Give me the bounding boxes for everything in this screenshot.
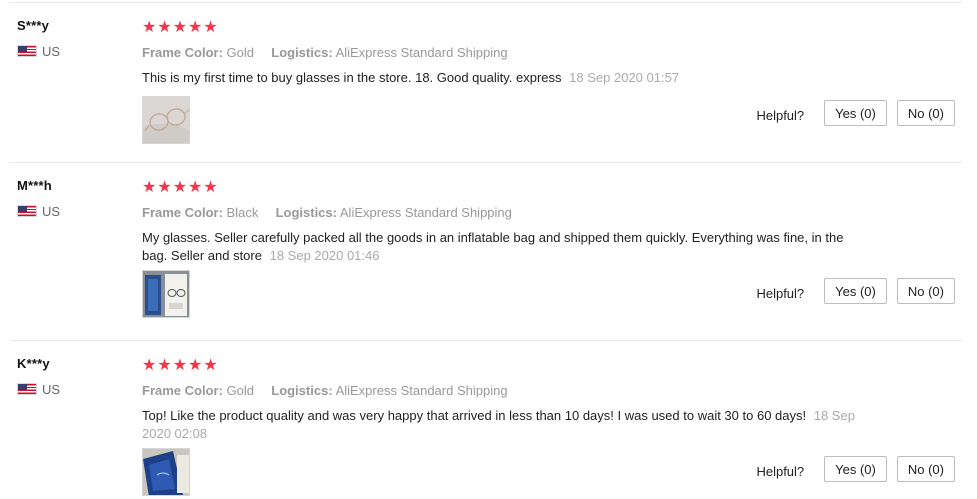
review-content: Top! Like the product quality and was ve…: [142, 407, 862, 443]
logistics-value: AliExpress Standard Shipping: [335, 383, 508, 398]
country-code: US: [42, 381, 61, 397]
reviewer-name: S***y: [17, 18, 50, 33]
review-photo-thumbnail[interactable]: [142, 96, 190, 144]
review-item: M***h US ★★★★★ Frame Color: Black Logist…: [0, 163, 977, 341]
review-item: S***y US ★★★★★ Frame Color: Gold Logisti…: [0, 3, 977, 163]
us-flag-icon: [17, 205, 37, 217]
logistics-value: AliExpress Standard Shipping: [335, 45, 508, 60]
review-text: Top! Like the product quality and was ve…: [142, 408, 807, 423]
reviewer-country: US: [17, 43, 61, 59]
star-rating: ★★★★★: [142, 19, 219, 36]
frame-color-value: Gold: [226, 45, 254, 60]
frame-color-label: Frame Color:: [142, 45, 223, 60]
reviewer-country: US: [17, 203, 61, 219]
logistics-value: AliExpress Standard Shipping: [339, 205, 512, 220]
helpful-feedback: Helpful? Yes (0) No (0): [756, 278, 955, 304]
logistics-label: Logistics:: [271, 383, 333, 398]
review-photo-thumbnail[interactable]: [142, 270, 190, 318]
package-photo-icon: [143, 271, 189, 317]
logistics-label: Logistics:: [275, 205, 337, 220]
helpful-no-button[interactable]: No (0): [896, 456, 955, 482]
helpful-yes-button[interactable]: Yes (0): [824, 100, 887, 126]
country-code: US: [42, 43, 61, 59]
star-rating: ★★★★★: [142, 179, 219, 196]
country-code: US: [42, 203, 61, 219]
review-attributes: Frame Color: Black Logistics: AliExpress…: [142, 205, 512, 220]
package-photo-icon: [143, 449, 189, 495]
reviewer-name: M***h: [17, 178, 52, 193]
review-text: My glasses. Seller carefully packed all …: [142, 230, 844, 263]
reviewer-country: US: [17, 381, 61, 397]
helpful-no-button[interactable]: No (0): [896, 100, 955, 126]
reviews-list: S***y US ★★★★★ Frame Color: Gold Logisti…: [0, 0, 977, 499]
review-photo-thumbnail[interactable]: [142, 448, 190, 496]
review-attributes: Frame Color: Gold Logistics: AliExpress …: [142, 383, 508, 398]
review-date: 18 Sep 2020 01:57: [569, 70, 680, 85]
review-content: This is my first time to buy glasses in …: [142, 69, 862, 87]
helpful-label: Helpful?: [756, 107, 805, 123]
frame-color-label: Frame Color:: [142, 383, 223, 398]
review-item: K***y US ★★★★★ Frame Color: Gold Logisti…: [0, 341, 977, 499]
us-flag-icon: [17, 383, 37, 395]
review-content: My glasses. Seller carefully packed all …: [142, 229, 862, 265]
us-flag-icon: [17, 45, 37, 57]
helpful-label: Helpful?: [756, 285, 805, 301]
frame-color-value: Black: [226, 205, 259, 220]
helpful-yes-button[interactable]: Yes (0): [824, 278, 887, 304]
helpful-yes-button[interactable]: Yes (0): [824, 456, 887, 482]
helpful-no-button[interactable]: No (0): [896, 278, 955, 304]
helpful-label: Helpful?: [756, 463, 805, 479]
review-date: 18 Sep 2020 01:46: [269, 248, 380, 263]
frame-color-value: Gold: [226, 383, 254, 398]
review-text: This is my first time to buy glasses in …: [142, 70, 562, 85]
star-rating: ★★★★★: [142, 357, 219, 374]
logistics-label: Logistics:: [271, 45, 333, 60]
frame-color-label: Frame Color:: [142, 205, 223, 220]
helpful-feedback: Helpful? Yes (0) No (0): [756, 100, 955, 126]
reviewer-name: K***y: [17, 356, 50, 371]
helpful-feedback: Helpful? Yes (0) No (0): [756, 456, 955, 482]
review-attributes: Frame Color: Gold Logistics: AliExpress …: [142, 45, 508, 60]
glasses-photo-icon: [143, 97, 189, 143]
